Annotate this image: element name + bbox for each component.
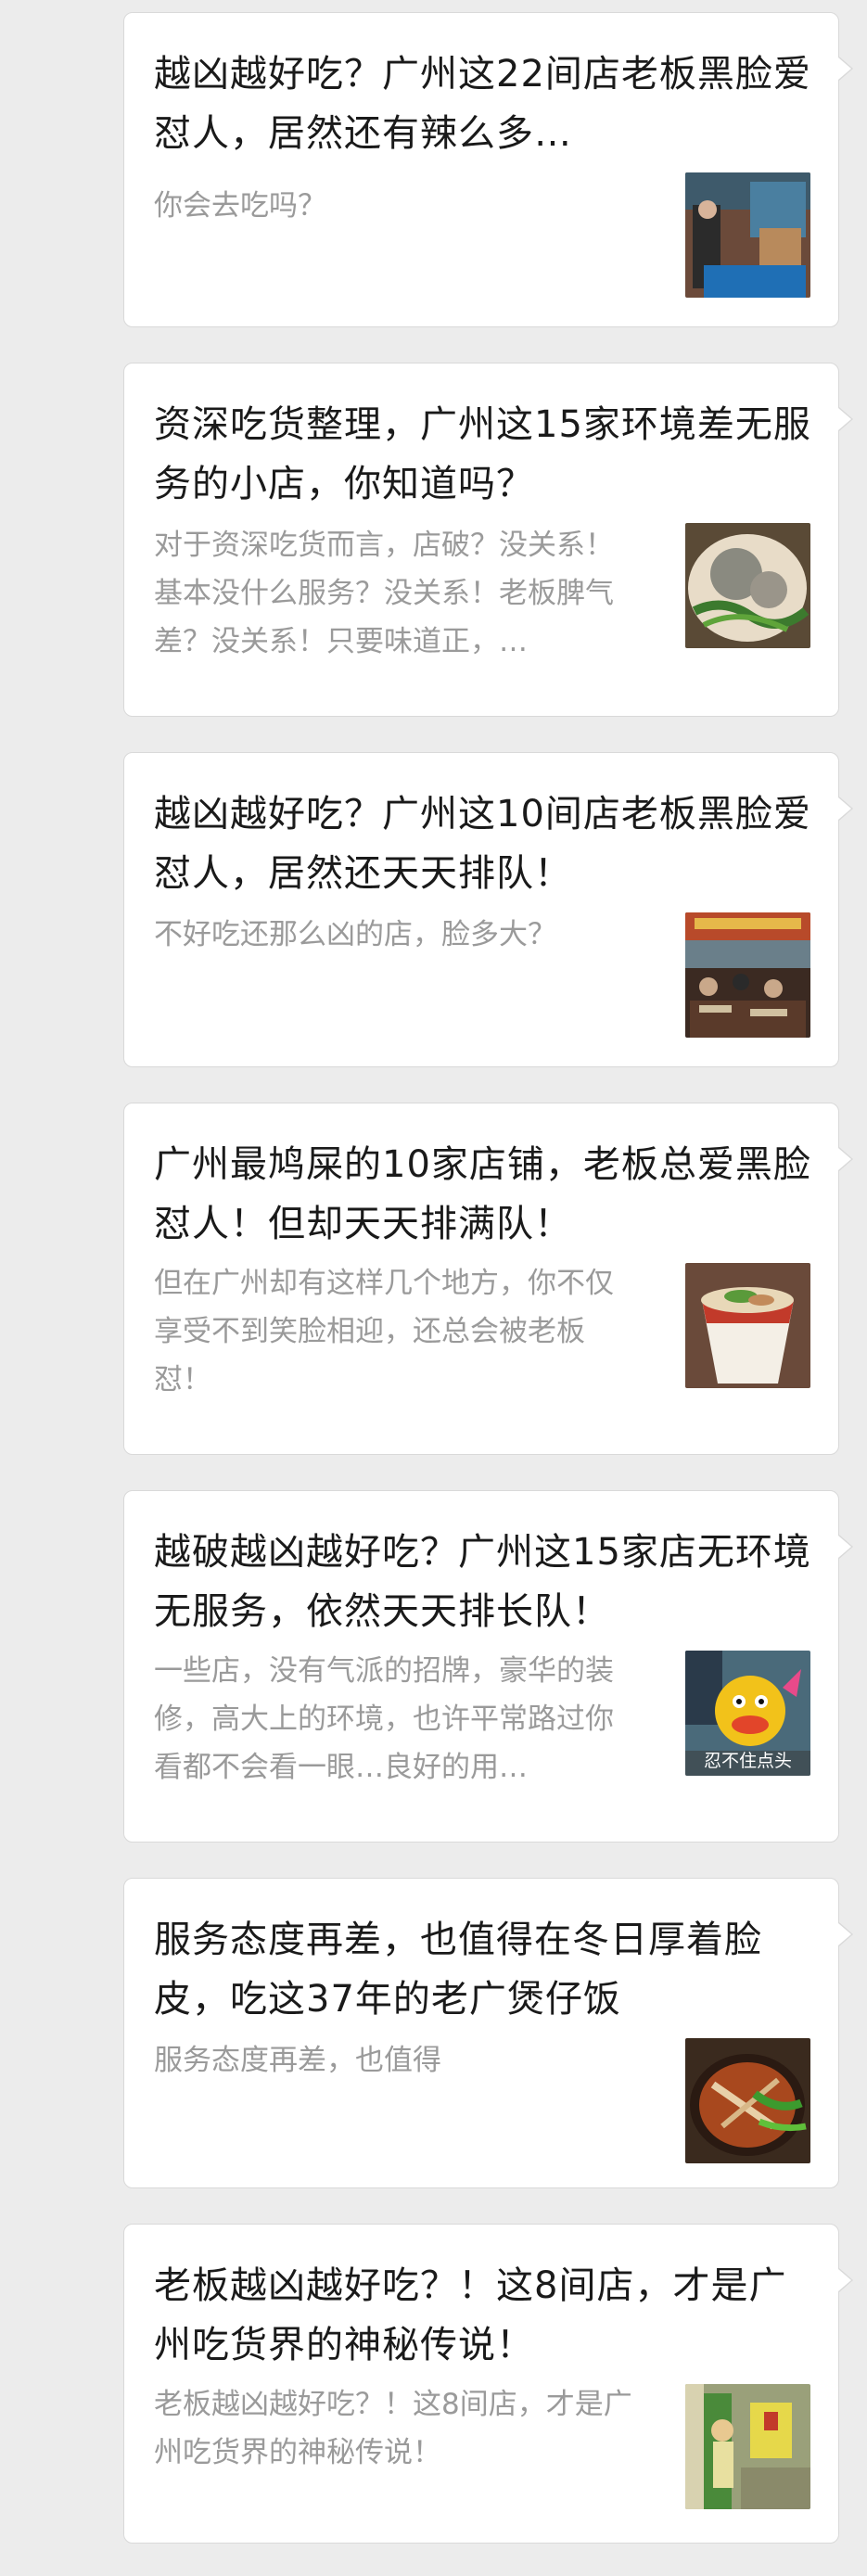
article-desc: 不好吃还那么凶的店，脸多大？ (154, 918, 556, 951)
article-title: 广州最鸠屎的10家店铺，老板总爱黑脸怼人！但却天天排满队！ (154, 1143, 811, 1245)
article-title: 老板越凶越好吃？！这8间店，才是广州吃货界的神秘传说！ (154, 2264, 787, 2366)
thumb-caption: 忍不住点头 (703, 1751, 792, 1771)
article-thumbnail (685, 2038, 810, 2163)
article-desc: 服务态度再差，也值得 (154, 2044, 441, 2077)
article-title: 越凶越好吃？广州这22间店老板黑脸爱怼人，居然还有辣么多… (154, 53, 811, 155)
article-card[interactable]: 越破越凶越好吃？广州这15家店无环境无服务，依然天天排长队！ 一些店，没有气派的… (123, 1490, 853, 1843)
article-thumbnail (685, 2384, 810, 2509)
article-card[interactable]: 越凶越好吃？广州这22间店老板黑脸爱怼人，居然还有辣么多… 你会去吃吗？ (123, 12, 853, 327)
article-title: 越凶越好吃？广州这10间店老板黑脸爱怼人，居然还天天排队！ (154, 793, 811, 895)
article-card[interactable]: 老板越凶越好吃？！这8间店，才是广州吃货界的神秘传说！ 老板越凶越好吃？！这8间… (123, 2224, 853, 2544)
article-card[interactable]: 服务态度再差，也值得在冬日厚着脸皮，吃这37年的老广煲仔饭 服务态度再差，也值得 (123, 1878, 853, 2188)
article-title: 服务态度再差，也值得在冬日厚着脸皮，吃这37年的老广煲仔饭 (154, 1919, 762, 2021)
article-thumbnail (685, 172, 810, 298)
article-title: 越破越凶越好吃？广州这15家店无环境无服务，依然天天排长队！ (154, 1531, 811, 1633)
article-card[interactable]: 越凶越好吃？广州这10间店老板黑脸爱怼人，居然还天天排队！ 不好吃还那么凶的店，… (123, 752, 853, 1067)
article-card[interactable]: 广州最鸠屎的10家店铺，老板总爱黑脸怼人！但却天天排满队！ 但在广州却有这样几个… (123, 1103, 853, 1455)
article-desc: 老板越凶越好吃？！这8间店，才是广州吃货界的神秘传说！ (154, 2388, 632, 2469)
article-desc: 但在广州却有这样几个地方，你不仅享受不到笑脸相迎，还总会被老板怼！ (154, 1267, 614, 1396)
article-thumbnail (685, 523, 810, 648)
article-desc: 你会去吃吗？ (154, 189, 326, 223)
article-card[interactable]: 资深吃货整理，广州这15家环境差无服务的小店，你知道吗？ 对于资深吃货而言，店破… (123, 363, 853, 717)
article-thumbnail (685, 1263, 810, 1388)
article-title: 资深吃货整理，广州这15家环境差无服务的小店，你知道吗？ (154, 403, 811, 505)
article-desc: 一些店，没有气派的招牌，豪华的装修，高大上的环境，也许平常路过你看都不会看一眼…… (154, 1654, 614, 1784)
article-thumbnail (685, 912, 810, 1038)
article-desc: 对于资深吃货而言，店破？没关系！基本没什么服务？没关系！老板脾气差？没关系！只要… (154, 529, 614, 658)
article-thumbnail: 忍不住点头 (685, 1651, 810, 1776)
